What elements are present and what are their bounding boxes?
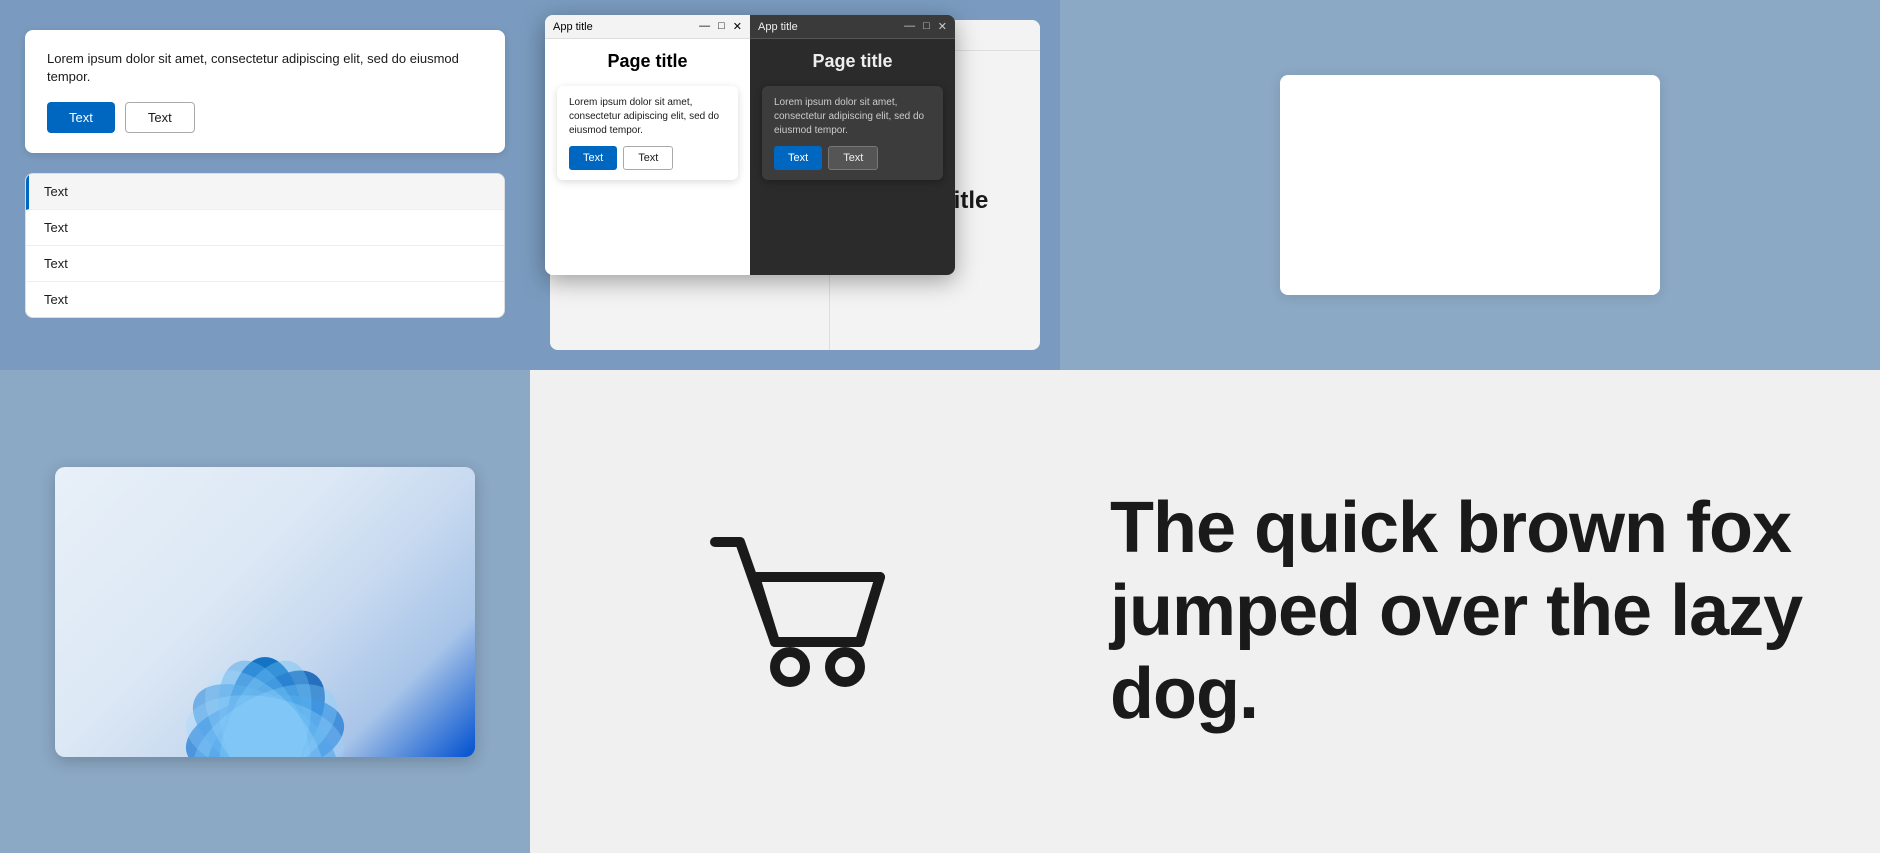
minimize-button[interactable]: — xyxy=(699,20,710,33)
list-item-4[interactable]: Text xyxy=(26,282,504,317)
dialog-light-half: App title — □ ✕ Page title Lorem ipsum d… xyxy=(545,15,750,275)
cell-browser-preview xyxy=(0,370,530,853)
cell-cart-icon xyxy=(530,370,1060,853)
inner-buttons-dark: Text Text xyxy=(774,146,931,170)
page-title-dark: Page title xyxy=(750,39,955,80)
dialog-secondary-button[interactable]: Text xyxy=(125,102,195,133)
cell-white-card xyxy=(1060,0,1880,370)
inner-primary-btn-light[interactable]: Text xyxy=(569,146,617,170)
win-controls-dark: — □ ✕ xyxy=(904,20,947,33)
split-dialog-window: App title — □ ✕ Page title Lorem ipsum d… xyxy=(545,15,955,275)
dialog-dark-half: App title — □ ✕ Page title Lorem ipsum d… xyxy=(750,15,955,275)
showcase-text: The quick brown fox jumped over the lazy… xyxy=(1110,487,1830,735)
inner-dialog-text-light: Lorem ipsum dolor sit amet, consectetur … xyxy=(569,96,726,138)
dialog-box: Lorem ipsum dolor sit amet, consectetur … xyxy=(25,30,505,153)
win-controls-light: — □ ✕ xyxy=(699,20,742,33)
minimize-button-dark[interactable]: — xyxy=(904,20,915,33)
list-item-3[interactable]: Text xyxy=(26,246,504,282)
dialog-primary-button[interactable]: Text xyxy=(47,102,115,133)
close-button[interactable]: ✕ xyxy=(733,20,742,33)
inner-secondary-btn-dark[interactable]: Text xyxy=(828,146,878,170)
shopping-cart-icon xyxy=(685,502,905,722)
white-preview-card xyxy=(1280,75,1660,295)
inner-primary-btn-dark[interactable]: Text xyxy=(774,146,822,170)
cell-dialog-and-list: Lorem ipsum dolor sit amet, consectetur … xyxy=(0,0,530,370)
titlebar-dark: App title — □ ✕ xyxy=(750,15,955,39)
dialog-button-group: Text Text xyxy=(47,102,483,133)
close-button-dark[interactable]: ✕ xyxy=(938,20,947,33)
app-title-light: App title xyxy=(553,21,593,33)
inner-dialog-light: Lorem ipsum dolor sit amet, consectetur … xyxy=(557,86,738,180)
titlebar-light: App title — □ ✕ xyxy=(545,15,750,39)
inner-buttons-light: Text Text xyxy=(569,146,726,170)
dialog-body-text: Lorem ipsum dolor sit amet, consectetur … xyxy=(47,50,483,86)
list-box: Text Text Text Text xyxy=(25,173,505,318)
list-item-1[interactable]: Text xyxy=(26,174,504,210)
list-item-2[interactable]: Text xyxy=(26,210,504,246)
inner-secondary-btn-light[interactable]: Text xyxy=(623,146,673,170)
inner-dialog-text-dark: Lorem ipsum dolor sit amet, consectetur … xyxy=(774,96,931,138)
app-title-dark: App title xyxy=(758,21,798,33)
page-title-light: Page title xyxy=(545,39,750,80)
browser-preview-card xyxy=(55,467,475,757)
edge-bloom-graphic xyxy=(105,577,425,757)
cell-text-showcase: The quick brown fox jumped over the lazy… xyxy=(1060,370,1880,853)
cell-nav-and-dialog: App title ← ☰ 🔍 Text Text P xyxy=(530,0,1060,370)
inner-dialog-dark: Lorem ipsum dolor sit amet, consectetur … xyxy=(762,86,943,180)
maximize-button[interactable]: □ xyxy=(718,20,725,33)
maximize-button-dark[interactable]: □ xyxy=(923,20,930,33)
